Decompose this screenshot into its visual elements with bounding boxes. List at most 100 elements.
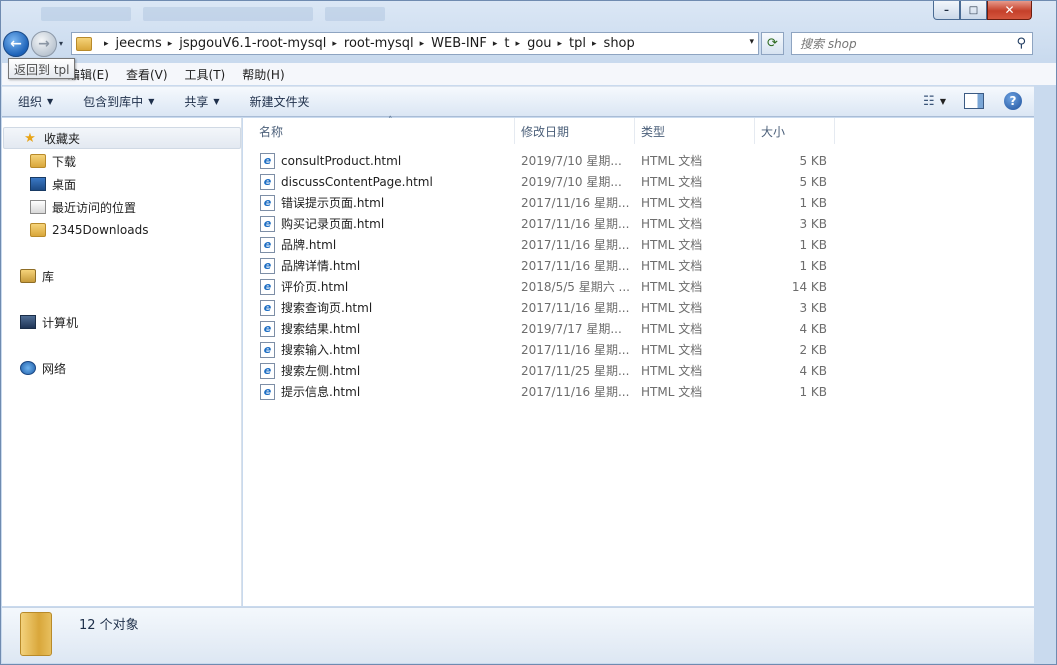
view-dropdown-icon[interactable]: ▼ [940,97,946,106]
file-modified: 2017/11/16 星期... [521,196,630,210]
command-bar: 组织 ▼ 包含到库中 ▼ 共享 ▼ 新建文件夹 ☷ ▼ ? [2,86,1034,117]
file-row[interactable]: e 品牌详情.html 2017/11/16 星期... HTML 文档 1 KB [243,255,843,276]
nav-item-recent[interactable]: 最近访问的位置 [2,196,242,218]
forward-button[interactable]: → [31,31,57,57]
desktop-icon [30,177,46,191]
history-dropdown[interactable]: ▾ [59,39,63,48]
back-button[interactable]: ← [3,31,29,57]
view-options-icon[interactable]: ☷ [918,91,940,111]
file-name: 提示信息.html [281,385,361,399]
nav-item-label: 桌面 [52,177,77,192]
file-row[interactable]: e discussContentPage.html 2019/7/10 星期... H… [243,171,843,192]
menu-bar: 编辑(E) 查看(V) 工具(T) 帮助(H) [2,63,1056,85]
column-size-label: 大小 [761,124,786,139]
menu-view[interactable]: 查看(V) [126,66,168,83]
navigation-row: ← → ▾ ▸ jeecms ▸ jspgouV6.1-root-mysql ▸ root… [1,29,1057,59]
file-modified: 2018/5/5 星期六 ... [521,280,630,294]
refresh-button[interactable]: ⟳ [761,32,784,55]
file-type: HTML 文档 [641,238,703,252]
new-folder-label: 新建文件夹 [249,95,310,109]
network-icon [20,361,36,375]
file-name-cell: e 评价页.html [260,276,348,297]
breadcrumb-separator-icon[interactable]: ▸ [332,39,337,49]
file-row[interactable]: e 错误提示页面.html 2017/11/16 星期... HTML 文档 1 KB [243,192,843,213]
file-name-cell: e 品牌.html [260,234,336,255]
file-name: 品牌.html [281,238,337,252]
file-row[interactable]: e 提示信息.html 2017/11/16 星期... HTML 文档 1 KB [243,381,843,402]
file-type: HTML 文档 [641,385,703,399]
help-icon[interactable]: ? [1004,92,1022,110]
breadcrumb-item[interactable]: root-mysql [344,36,414,51]
file-name-cell: e consultProduct.html [260,150,401,171]
address-dropdown[interactable]: ▾ [749,37,754,47]
include-in-library-button[interactable]: 包含到库中 ▼ [83,93,154,110]
column-header-size[interactable]: 大小 [755,118,835,144]
breadcrumb-item[interactable]: shop [604,36,635,51]
breadcrumb-item[interactable]: t [504,36,509,51]
nav-item-label: 下载 [52,154,77,169]
file-row[interactable]: e 购买记录页面.html 2017/11/16 星期... HTML 文档 3 KB [243,213,843,234]
nav-item-downloads[interactable]: 下载 [2,150,242,172]
breadcrumb-item[interactable]: gou [527,36,551,51]
breadcrumb-item[interactable]: jspgouV6.1-root-mysql [179,36,326,51]
file-modified: 2017/11/16 星期... [521,385,630,399]
refresh-icon: ⟳ [767,36,778,51]
maximize-button[interactable]: □ [960,1,987,20]
file-name: consultProduct.html [281,153,402,168]
file-row[interactable]: e consultProduct.html 2019/7/10 星期... HTML … [243,150,843,171]
organize-button[interactable]: 组织 ▼ [18,93,53,110]
file-size: 14 KB [791,279,827,294]
nav-libraries[interactable]: 库 [2,265,242,287]
file-name: 搜索查询页.html [281,301,373,315]
column-header-name[interactable]: 名称 ˄ [253,116,515,144]
include-library-label: 包含到库中 [83,95,144,109]
file-row[interactable]: e 品牌.html 2017/11/16 星期... HTML 文档 1 KB [243,234,843,255]
search-input[interactable] [800,36,1010,51]
share-button[interactable]: 共享 ▼ [184,93,219,110]
breadcrumb-separator-icon[interactable]: ▸ [516,39,521,49]
breadcrumb-separator-icon[interactable]: ▸ [420,39,425,49]
breadcrumb-separator-icon[interactable]: ▸ [592,39,597,49]
nav-item-2345downloads[interactable]: 2345Downloads [2,219,242,241]
file-size: 1 KB [799,237,827,252]
file-list-pane: 名称 ˄ 修改日期 类型 大小 e consultProduct.html 2019… [243,116,1034,606]
forward-arrow-icon: → [38,36,50,52]
file-name-cell: e 搜索输入.html [260,339,360,360]
breadcrumb-separator-icon[interactable]: ▸ [493,39,498,49]
toolbar-right: ☷ ▼ ? [918,91,1034,111]
breadcrumb-item[interactable]: jeecms [116,36,162,51]
breadcrumb-separator-icon[interactable]: ▸ [558,39,563,49]
menu-tools[interactable]: 工具(T) [185,66,226,83]
preview-pane-icon[interactable] [964,93,984,109]
file-name-cell: e 提示信息.html [260,381,360,402]
breadcrumb-item[interactable]: WEB-INF [431,36,487,51]
close-button[interactable]: ✕ [987,1,1032,20]
file-size: 2 KB [799,342,827,357]
breadcrumb-separator-icon[interactable]: ▸ [168,39,173,49]
column-header-type[interactable]: 类型 [635,118,755,144]
file-row[interactable]: e 搜索输入.html 2017/11/16 星期... HTML 文档 2 KB [243,339,843,360]
html-file-icon: e [260,299,275,316]
share-label: 共享 [184,95,209,109]
address-bar[interactable]: ▸ jeecms ▸ jspgouV6.1-root-mysql ▸ root-mysql… [71,32,759,55]
file-row[interactable]: e 搜索查询页.html 2017/11/16 星期... HTML 文档 3 KB [243,297,843,318]
nav-computer[interactable]: 计算机 [2,311,242,333]
menu-help[interactable]: 帮助(H) [242,66,284,83]
file-row[interactable]: e 评价页.html 2018/5/5 星期六 ... HTML 文档 14 KB [243,276,843,297]
nav-item-label: 2345Downloads [52,223,149,237]
nav-favorites[interactable]: ★ 收藏夹 [3,127,241,149]
nav-item-desktop[interactable]: 桌面 [2,173,242,195]
chevron-down-icon: ▼ [148,97,155,106]
breadcrumb-item[interactable]: tpl [569,36,586,51]
nav-favorites-label: 收藏夹 [44,131,81,146]
html-file-icon: e [260,362,275,379]
file-row[interactable]: e 搜索结果.html 2019/7/17 星期... HTML 文档 4 KB [243,318,843,339]
file-row[interactable]: e 搜索左侧.html 2017/11/25 星期... HTML 文档 4 KB [243,360,843,381]
breadcrumb-separator-icon[interactable]: ▸ [104,39,109,49]
column-header-modified[interactable]: 修改日期 [515,118,635,144]
search-icon[interactable]: ⚲ [1016,36,1026,51]
new-folder-button[interactable]: 新建文件夹 [250,93,310,110]
minimize-button[interactable]: – [933,1,960,20]
file-modified: 2019/7/10 星期... [521,154,622,168]
nav-network[interactable]: 网络 [2,357,242,379]
